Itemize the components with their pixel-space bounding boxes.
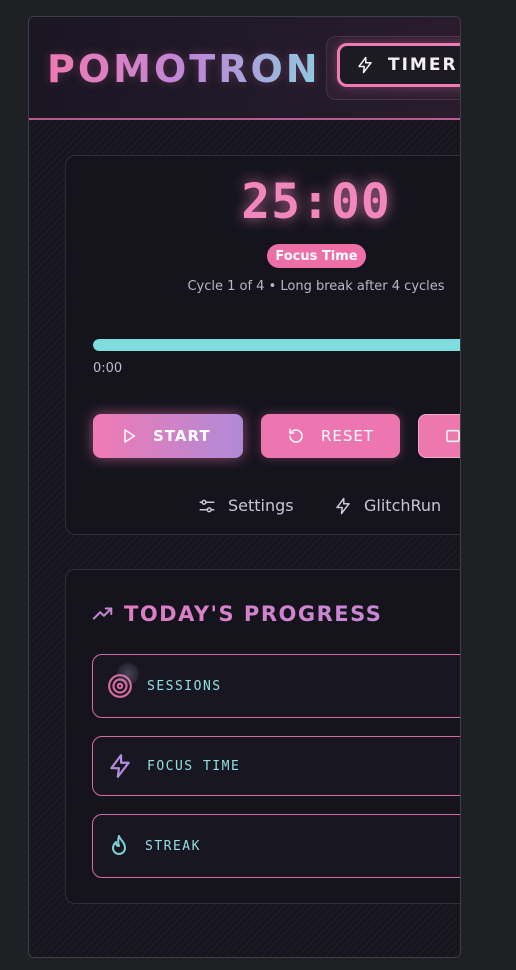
glow-orb	[117, 663, 139, 685]
trending-up-icon	[92, 607, 113, 620]
settings-link[interactable]: Settings	[198, 496, 294, 515]
glitchrun-link[interactable]: GlitchRun	[334, 496, 441, 515]
stat-focus-time-label: FOCUS TIME	[147, 758, 241, 774]
progress-section-title: TODAY'S PROGRESS	[92, 602, 382, 626]
stat-sessions-label: SESSIONS	[147, 678, 222, 694]
square-icon	[446, 429, 460, 443]
tab-timer[interactable]: TIMER	[337, 43, 460, 87]
start-button[interactable]: START	[93, 414, 243, 458]
glitchrun-link-label: GlitchRun	[364, 496, 442, 515]
sliders-icon	[199, 499, 215, 512]
stat-sessions: SESSIONS	[92, 654, 460, 718]
lightning-icon	[358, 56, 372, 74]
app-window: POMOTRON TIMER 25:00 Focus Time Cycle 1 …	[28, 16, 461, 958]
progress-bar-fill	[93, 339, 460, 351]
elapsed-time: 0:00	[93, 361, 123, 376]
app-header: POMOTRON TIMER	[29, 17, 460, 120]
reset-icon	[289, 428, 303, 443]
settings-link-label: Settings	[228, 496, 294, 515]
skip-button[interactable]	[418, 414, 460, 458]
flame-icon	[112, 835, 126, 855]
reset-button-label: RESET	[321, 427, 375, 445]
progress-bar	[93, 339, 460, 351]
brand-logo: POMOTRON	[47, 47, 321, 91]
progress-card: TODAY'S PROGRESS SESSIONS FOCUS TIME STR…	[65, 569, 460, 904]
progress-title-text: TODAY'S PROGRESS	[124, 602, 383, 626]
reset-button[interactable]: RESET	[261, 414, 400, 458]
mode-badge: Focus Time	[267, 244, 366, 268]
play-icon	[124, 429, 136, 443]
timer-card: 25:00 Focus Time Cycle 1 of 4 • Long bre…	[65, 155, 460, 535]
stat-focus-time: FOCUS TIME	[92, 736, 460, 796]
stat-streak-label: STREAK	[145, 838, 201, 854]
cycle-info: Cycle 1 of 4 • Long break after 4 cycles	[187, 279, 445, 294]
lightning-icon	[336, 497, 350, 514]
lightning-icon	[110, 754, 130, 778]
nav-tab-container: TIMER	[326, 36, 460, 100]
tab-timer-label: TIMER	[388, 55, 458, 75]
stat-streak: STREAK	[92, 814, 460, 878]
timer-display: 25:00	[241, 174, 391, 230]
start-button-label: START	[153, 427, 211, 445]
